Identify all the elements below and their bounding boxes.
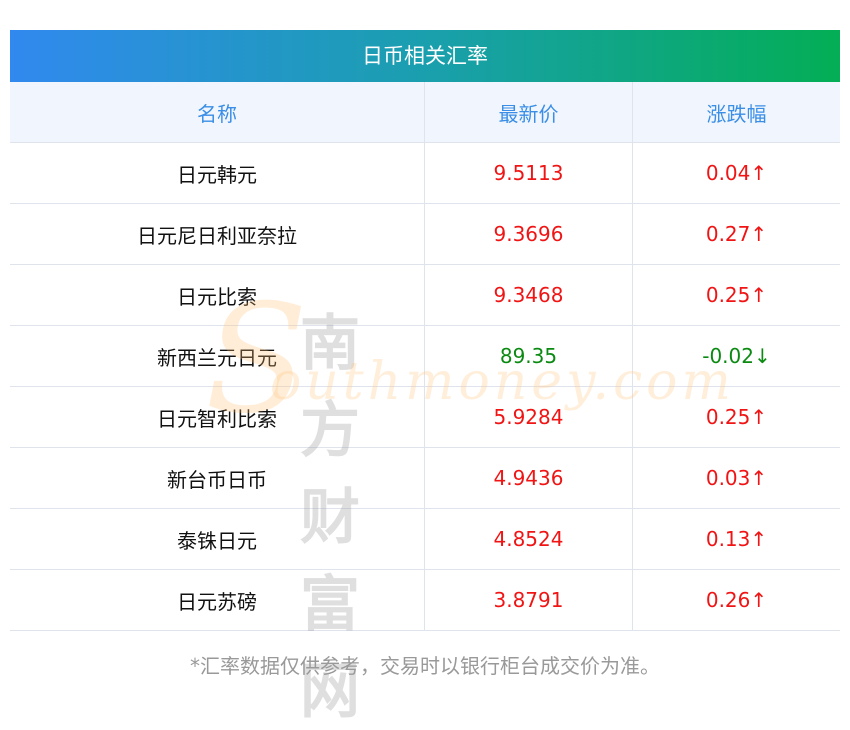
column-header-change: 涨跌幅 <box>632 82 840 143</box>
price-change: 0.25↑ <box>632 264 840 326</box>
latest-price: 9.3468 <box>424 264 633 326</box>
latest-price: 5.9284 <box>424 386 633 448</box>
price-change: 0.03↑ <box>632 447 840 509</box>
latest-price: 89.35 <box>424 325 633 387</box>
price-change: -0.02↓ <box>632 325 840 387</box>
currency-pair-name: 新西兰元日元 <box>10 325 425 387</box>
latest-price: 3.8791 <box>424 569 633 631</box>
exchange-rate-table: 名称 最新价 涨跌幅 日元韩元 9.5113 0.04↑ 日元尼日利亚奈拉 9.3696… <box>10 82 840 631</box>
table-row: 日元比索 9.3468 0.25↑ <box>10 264 840 326</box>
price-change: 0.26↑ <box>632 569 840 631</box>
latest-price: 4.8524 <box>424 508 633 570</box>
currency-pair-name: 日元苏磅 <box>10 569 425 631</box>
currency-pair-name: 日元比索 <box>10 264 425 326</box>
currency-pair-name: 新台币日币 <box>10 447 425 509</box>
table-row: 新台币日币 4.9436 0.03↑ <box>10 447 840 509</box>
price-change: 0.13↑ <box>632 508 840 570</box>
latest-price: 9.5113 <box>424 142 633 204</box>
column-header-name: 名称 <box>10 82 425 143</box>
currency-pair-name: 泰铢日元 <box>10 508 425 570</box>
table-row: 日元尼日利亚奈拉 9.3696 0.27↑ <box>10 203 840 265</box>
disclaimer-footnote: *汇率数据仅供参考，交易时以银行柜台成交价为准。 <box>190 654 660 678</box>
price-change: 0.27↑ <box>632 203 840 265</box>
exchange-rate-table-card: 日币相关汇率 名称 最新价 涨跌幅 日元韩元 9.5113 0.04↑ 日元尼日利亚奈… <box>10 30 840 631</box>
table-row: 新西兰元日元 89.35 -0.02↓ <box>10 325 840 387</box>
latest-price: 9.3696 <box>424 203 633 265</box>
table-row: 日元苏磅 3.8791 0.26↑ <box>10 569 840 631</box>
column-header-price: 最新价 <box>424 82 633 143</box>
currency-pair-name: 日元智利比索 <box>10 386 425 448</box>
table-row: 日元韩元 9.5113 0.04↑ <box>10 142 840 204</box>
currency-pair-name: 日元韩元 <box>10 142 425 204</box>
table-title: 日币相关汇率 <box>10 30 840 82</box>
table-row: 泰铢日元 4.8524 0.13↑ <box>10 508 840 570</box>
currency-pair-name: 日元尼日利亚奈拉 <box>10 203 425 265</box>
price-change: 0.25↑ <box>632 386 840 448</box>
latest-price: 4.9436 <box>424 447 633 509</box>
table-row: 日元智利比索 5.9284 0.25↑ <box>10 386 840 448</box>
price-change: 0.04↑ <box>632 142 840 204</box>
